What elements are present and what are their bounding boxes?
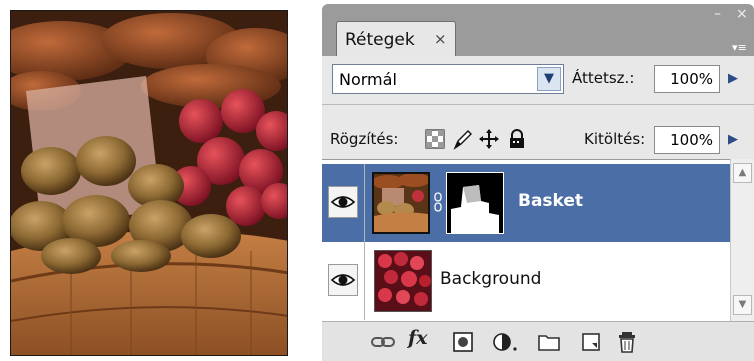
divider xyxy=(322,104,754,105)
lock-all-icon[interactable] xyxy=(506,128,528,150)
link-layers-icon[interactable] xyxy=(370,330,396,354)
layer-mask-thumbnail[interactable] xyxy=(446,172,504,234)
blend-mode-select[interactable]: Normál ▼ xyxy=(332,64,564,94)
visibility-toggle[interactable] xyxy=(328,264,358,296)
adjustment-layer-icon[interactable] xyxy=(490,330,517,354)
lock-position-icon[interactable] xyxy=(478,128,500,150)
panel-menu-icon[interactable]: ▾≡ xyxy=(732,41,747,54)
opacity-input[interactable]: 100% xyxy=(654,65,720,93)
mask-link-icon[interactable] xyxy=(434,192,442,212)
fx-icon[interactable]: fx xyxy=(408,327,440,351)
fill-input[interactable]: 100% xyxy=(654,126,720,154)
blend-mode-value: Normál xyxy=(339,70,397,89)
panel-header: – × Rétegek × ▾≡ xyxy=(322,4,754,57)
opacity-label: Áttetsz.: xyxy=(572,69,635,87)
layer-thumbnail[interactable] xyxy=(372,172,430,234)
document-photo xyxy=(10,10,288,356)
fill-label: Kitöltés: xyxy=(584,130,646,148)
panel-body: Normál ▼ Áttetsz.: 100% ▶ Rögzítés: Kitö… xyxy=(322,56,754,361)
layer-name[interactable]: Background xyxy=(440,269,541,289)
tab-layers[interactable]: Rétegek × xyxy=(336,21,456,57)
minimize-button[interactable]: – xyxy=(714,7,721,21)
close-panel-button[interactable]: × xyxy=(736,7,748,21)
layer-name[interactable]: Basket xyxy=(518,191,583,211)
layer-row-background[interactable]: Background xyxy=(322,242,730,320)
lock-transparent-pixels-icon[interactable] xyxy=(424,128,446,150)
scroll-down-icon[interactable]: ▼ xyxy=(733,295,752,315)
eye-icon xyxy=(330,196,356,208)
delete-layer-icon[interactable] xyxy=(614,330,640,354)
layer-thumbnail[interactable] xyxy=(374,250,432,312)
chevron-down-icon[interactable]: ▼ xyxy=(537,67,561,91)
add-mask-icon[interactable] xyxy=(450,330,476,354)
opacity-arrow-icon[interactable]: ▶ xyxy=(722,65,744,93)
layers-panel: – × Rétegek × ▾≡ Normál ▼ Áttetsz.: 100%… xyxy=(322,4,754,361)
tab-layers-label: Rétegek xyxy=(345,30,415,50)
lock-label: Rögzítés: xyxy=(330,130,399,148)
layers-toolbar: fx xyxy=(322,321,754,361)
new-layer-icon[interactable] xyxy=(578,330,604,354)
visibility-toggle[interactable] xyxy=(328,186,358,218)
column-divider xyxy=(364,242,365,320)
new-group-icon[interactable] xyxy=(536,330,562,354)
eye-icon xyxy=(330,274,356,286)
fill-arrow-icon[interactable]: ▶ xyxy=(722,126,744,154)
lock-image-pixels-icon[interactable] xyxy=(452,128,474,150)
layer-list: Basket Background xyxy=(322,159,730,322)
layer-row-basket[interactable]: Basket xyxy=(322,164,730,242)
scroll-up-icon[interactable]: ▲ xyxy=(733,163,752,183)
column-divider xyxy=(364,164,365,242)
potato-basket-image xyxy=(11,11,287,355)
layer-list-scrollbar[interactable]: ▲ ▼ xyxy=(730,159,754,321)
tab-close-icon[interactable]: × xyxy=(434,30,447,48)
